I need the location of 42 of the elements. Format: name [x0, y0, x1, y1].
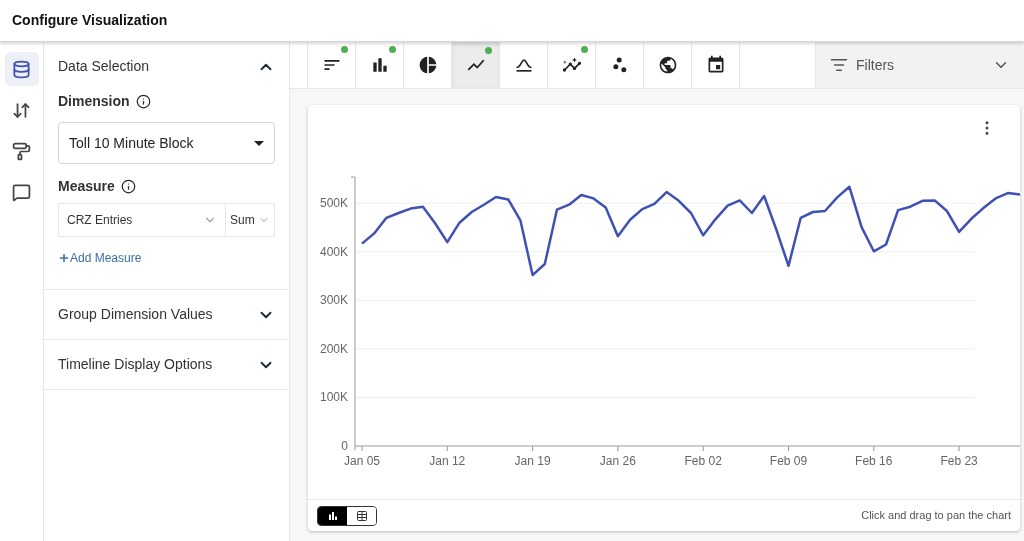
globe-icon	[657, 55, 678, 75]
x-axis-label: Feb 09	[769, 454, 808, 468]
x-axis-label: Feb 23	[940, 454, 978, 468]
combo-chart-icon	[561, 55, 582, 75]
add-measure-link[interactable]: Add Measure	[58, 249, 142, 267]
bar-chart-icon	[326, 509, 339, 522]
y-axis-label: 500K	[319, 196, 348, 211]
database-icon	[12, 59, 31, 79]
hint-text: Click and drag to pan the chart	[861, 508, 1011, 524]
window-title: Configure Visualization	[12, 11, 168, 30]
plus-icon	[58, 252, 70, 264]
field-label: Measure	[58, 177, 115, 196]
section-header[interactable]: Group Dimension Values	[44, 290, 289, 339]
aggregate-dropdown[interactable]: Sum	[226, 203, 275, 237]
y-axis-label: 100K	[319, 390, 348, 405]
dimension-dropdown[interactable]: Toll 10 Minute Block	[58, 122, 275, 164]
comment-edit-icon	[12, 182, 31, 202]
view-toggle[interactable]	[318, 506, 347, 525]
section-header[interactable]: Timeline Display Options	[44, 340, 289, 389]
pie-chart-icon	[417, 55, 438, 75]
sidebar-tab[interactable]	[4, 52, 39, 86]
y-axis-label: 200K	[319, 341, 348, 356]
x-axis-label: Jan 12	[429, 454, 466, 468]
paint-roller-icon	[12, 141, 31, 161]
x-axis-label: Feb 16	[855, 454, 893, 468]
x-axis-label: Feb 02	[684, 454, 722, 468]
y-axis-label: 300K	[319, 293, 348, 308]
measure-dropdown[interactable]: CRZ Entries	[58, 203, 226, 237]
y-axis-label: 400K	[319, 244, 348, 259]
caret-icon	[254, 140, 264, 146]
table-icon	[355, 509, 368, 522]
x-axis-label: Jan 26	[599, 454, 636, 468]
field-label: Dimension	[58, 92, 130, 111]
filter-icon	[830, 56, 848, 74]
info-icon[interactable]	[120, 179, 136, 194]
x-axis-label: Jan 19	[514, 454, 551, 468]
x-axis-label: Jan 05	[344, 454, 380, 468]
sort-icon	[12, 100, 31, 120]
info-icon[interactable]	[135, 94, 151, 109]
section-header[interactable]: Data Selection	[44, 42, 289, 91]
y-axis-label: 0	[341, 439, 348, 453]
filters-dropdown[interactable]: Filters	[815, 42, 1024, 88]
